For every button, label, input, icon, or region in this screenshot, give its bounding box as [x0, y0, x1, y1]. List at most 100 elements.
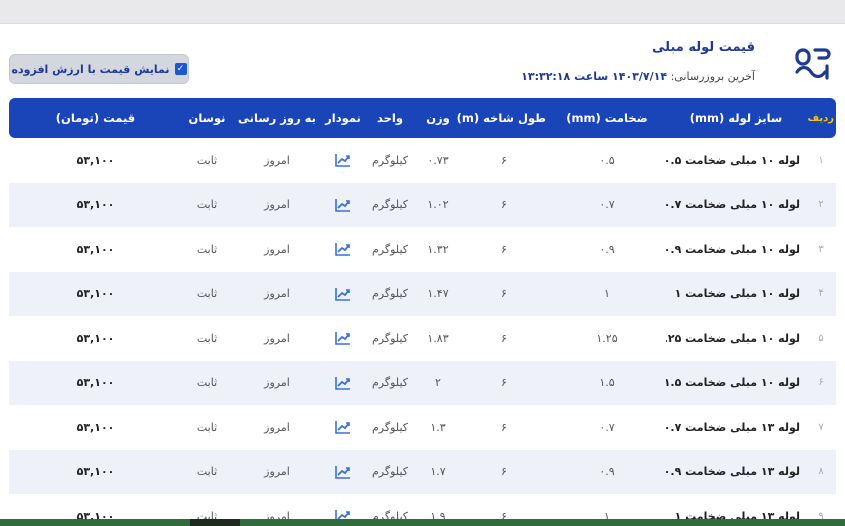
- cell-updated: امروز: [264, 420, 290, 434]
- browser-top-bar: [0, 0, 845, 24]
- cell-chart[interactable]: [322, 182, 364, 227]
- cell-price: ۵۳,۱۰۰: [9, 449, 182, 494]
- last-updated-value: ۱۴۰۳/۷/۱۴ ساعت ۱۳:۳۲:۱۸: [521, 70, 668, 83]
- cell-change: ثابت: [196, 331, 218, 345]
- trend-chart-icon[interactable]: [335, 198, 351, 212]
- cell-updated: امروز: [264, 242, 290, 256]
- cell-length: ۶: [460, 449, 548, 494]
- cell-size[interactable]: لوله ۱۰ مبلی ضخامت ۰.۵: [666, 138, 806, 183]
- cell-length: ۶: [501, 420, 507, 434]
- cell-num: ۴: [806, 271, 836, 316]
- col-header-length[interactable]: طول شاخه (m): [457, 98, 548, 138]
- col-header-chart[interactable]: نمودار: [322, 98, 364, 138]
- page-header: قیمت لوله مبلی آخرین بروزرسانی: ۱۴۰۳/۷/۱…: [0, 24, 845, 98]
- cell-size[interactable]: لوله ۱۰ مبلی ضخامت ۰.۹: [666, 227, 806, 272]
- table-header-row: ردیف سایز لوله (mm) ضخامت (mm) طول شاخه …: [9, 98, 836, 138]
- cell-price: ۵۳,۱۰۰: [76, 420, 115, 434]
- cell-size[interactable]: لوله ۱۰ مبلی ضخامت ۱: [666, 271, 806, 316]
- cell-chart[interactable]: [322, 227, 364, 272]
- cell-unit: کیلوگرم: [364, 182, 416, 227]
- cell-updated: امروز: [232, 271, 322, 316]
- cell-num: ۷: [818, 421, 824, 433]
- cell-length: ۶: [460, 360, 548, 405]
- cell-weight: ۱.۷: [416, 449, 460, 494]
- cell-length: ۶: [501, 153, 507, 167]
- checkbox-checked-icon[interactable]: ✓: [174, 63, 187, 75]
- cell-updated: امروز: [264, 331, 290, 345]
- cell-num: ۱: [818, 154, 824, 166]
- table-row: ۱ لوله ۱۰ مبلی ضخامت ۰.۵ ۰.۵ ۶ ۰.۷۳ کیلوگرم ام…: [9, 138, 836, 183]
- cell-num: ۳: [818, 243, 824, 255]
- trend-chart-icon[interactable]: [335, 153, 351, 168]
- col-header-thickness[interactable]: ضخامت (mm): [548, 98, 666, 138]
- cell-size[interactable]: لوله ۱۰ مبلی ضخامت ۱.۵: [666, 360, 806, 405]
- cell-length: ۶: [460, 182, 548, 227]
- table-row: ۳ لوله ۱۰ مبلی ضخامت ۰.۹ ۰.۹ ۶ ۱.۳۲ کیلوگرم ام…: [9, 227, 836, 272]
- cell-length: ۶: [460, 271, 548, 316]
- cell-num: ۸: [806, 449, 836, 494]
- col-header-unit[interactable]: واحد: [364, 98, 416, 138]
- cell-chart[interactable]: [322, 449, 364, 494]
- cell-unit: کیلوگرم: [372, 242, 408, 256]
- cell-change: ثابت: [196, 420, 218, 434]
- cell-weight: ۱.۰۲: [416, 182, 460, 227]
- cell-chart[interactable]: [322, 316, 364, 361]
- bottom-bar: [0, 519, 845, 526]
- cell-weight: ۱.۳۲: [427, 242, 449, 256]
- bottom-bar-segment: [190, 519, 240, 526]
- vat-toggle-button[interactable]: ✓ نمایش قیمت با ارزش افزوده: [9, 54, 189, 84]
- cell-change: ثابت: [196, 153, 218, 167]
- table-row: ۴ لوله ۱۰ مبلی ضخامت ۱ ۱ ۶ ۱.۴۷ کیلوگرم امروز ث…: [9, 271, 836, 316]
- cell-weight: ۲: [416, 360, 460, 405]
- page-title: قیمت لوله مبلی: [652, 40, 755, 55]
- trend-chart-icon[interactable]: [335, 465, 351, 479]
- cell-updated: امروز: [232, 182, 322, 227]
- cell-size[interactable]: لوله ۱۳ مبلی ضخامت ۰.۷: [666, 405, 806, 450]
- cell-size[interactable]: لوله ۱۰ مبلی ضخامت ۱.۲۵: [666, 316, 806, 361]
- cell-change: ثابت: [182, 182, 232, 227]
- table-row: ۶ لوله ۱۰ مبلی ضخامت ۱.۵ ۱.۵ ۶ ۲ کیلوگرم امروز…: [9, 360, 836, 405]
- col-header-updated[interactable]: به روز رسانی: [232, 98, 322, 138]
- trend-chart-icon[interactable]: [335, 420, 351, 435]
- col-header-change[interactable]: نوسان: [182, 98, 232, 138]
- cell-thickness: ۱.۵: [548, 360, 666, 405]
- col-header-size[interactable]: سایز لوله (mm): [666, 98, 806, 138]
- col-header-price[interactable]: قیمت (تومان): [9, 98, 182, 138]
- cell-thickness: ۱.۲۵: [596, 331, 618, 345]
- cell-weight: ۱.۴۷: [416, 271, 460, 316]
- cell-thickness: ۰.۹: [599, 242, 615, 256]
- cell-change: ثابت: [182, 271, 232, 316]
- cell-thickness: ۰.۵: [599, 153, 615, 167]
- cell-thickness: ۰.۹: [548, 449, 666, 494]
- cell-change: ثابت: [196, 242, 218, 256]
- cell-updated: امروز: [232, 449, 322, 494]
- cell-unit: کیلوگرم: [364, 449, 416, 494]
- cell-price: ۵۳,۱۰۰: [76, 331, 115, 345]
- table-row: ۸ لوله ۱۳ مبلی ضخامت ۰.۹ ۰.۹ ۶ ۱.۷ کیلوگرم امر…: [9, 449, 836, 494]
- cell-weight: ۱.۳: [430, 420, 446, 434]
- cell-size[interactable]: لوله ۱۳ مبلی ضخامت ۰.۹: [666, 449, 806, 494]
- cell-unit: کیلوگرم: [372, 331, 408, 345]
- col-header-weight[interactable]: وزن: [416, 98, 460, 138]
- cell-weight: ۱.۸۳: [427, 331, 449, 345]
- cell-length: ۶: [501, 331, 507, 345]
- trend-chart-icon[interactable]: [335, 376, 351, 390]
- cell-thickness: ۰.۷: [548, 182, 666, 227]
- cell-unit: کیلوگرم: [364, 271, 416, 316]
- last-updated: آخرین بروزرسانی: ۱۴۰۳/۷/۱۴ ساعت ۱۳:۳۲:۱۸: [521, 70, 755, 83]
- cell-chart[interactable]: [322, 138, 364, 183]
- trend-chart-icon[interactable]: [335, 242, 351, 257]
- cell-unit: کیلوگرم: [364, 360, 416, 405]
- cell-chart[interactable]: [322, 360, 364, 405]
- cell-thickness: ۱: [548, 271, 666, 316]
- trend-chart-icon[interactable]: [335, 331, 351, 346]
- cell-weight: ۰.۷۳: [427, 153, 449, 167]
- cell-unit: کیلوگرم: [372, 153, 408, 167]
- col-header-row-number[interactable]: ردیف: [806, 98, 836, 138]
- cell-unit: کیلوگرم: [372, 420, 408, 434]
- cell-size[interactable]: لوله ۱۰ مبلی ضخامت ۰.۷: [666, 182, 806, 227]
- trend-chart-icon[interactable]: [335, 287, 351, 301]
- cell-chart[interactable]: [322, 271, 364, 316]
- vat-toggle-label: نمایش قیمت با ارزش افزوده: [11, 62, 170, 76]
- cell-chart[interactable]: [322, 405, 364, 450]
